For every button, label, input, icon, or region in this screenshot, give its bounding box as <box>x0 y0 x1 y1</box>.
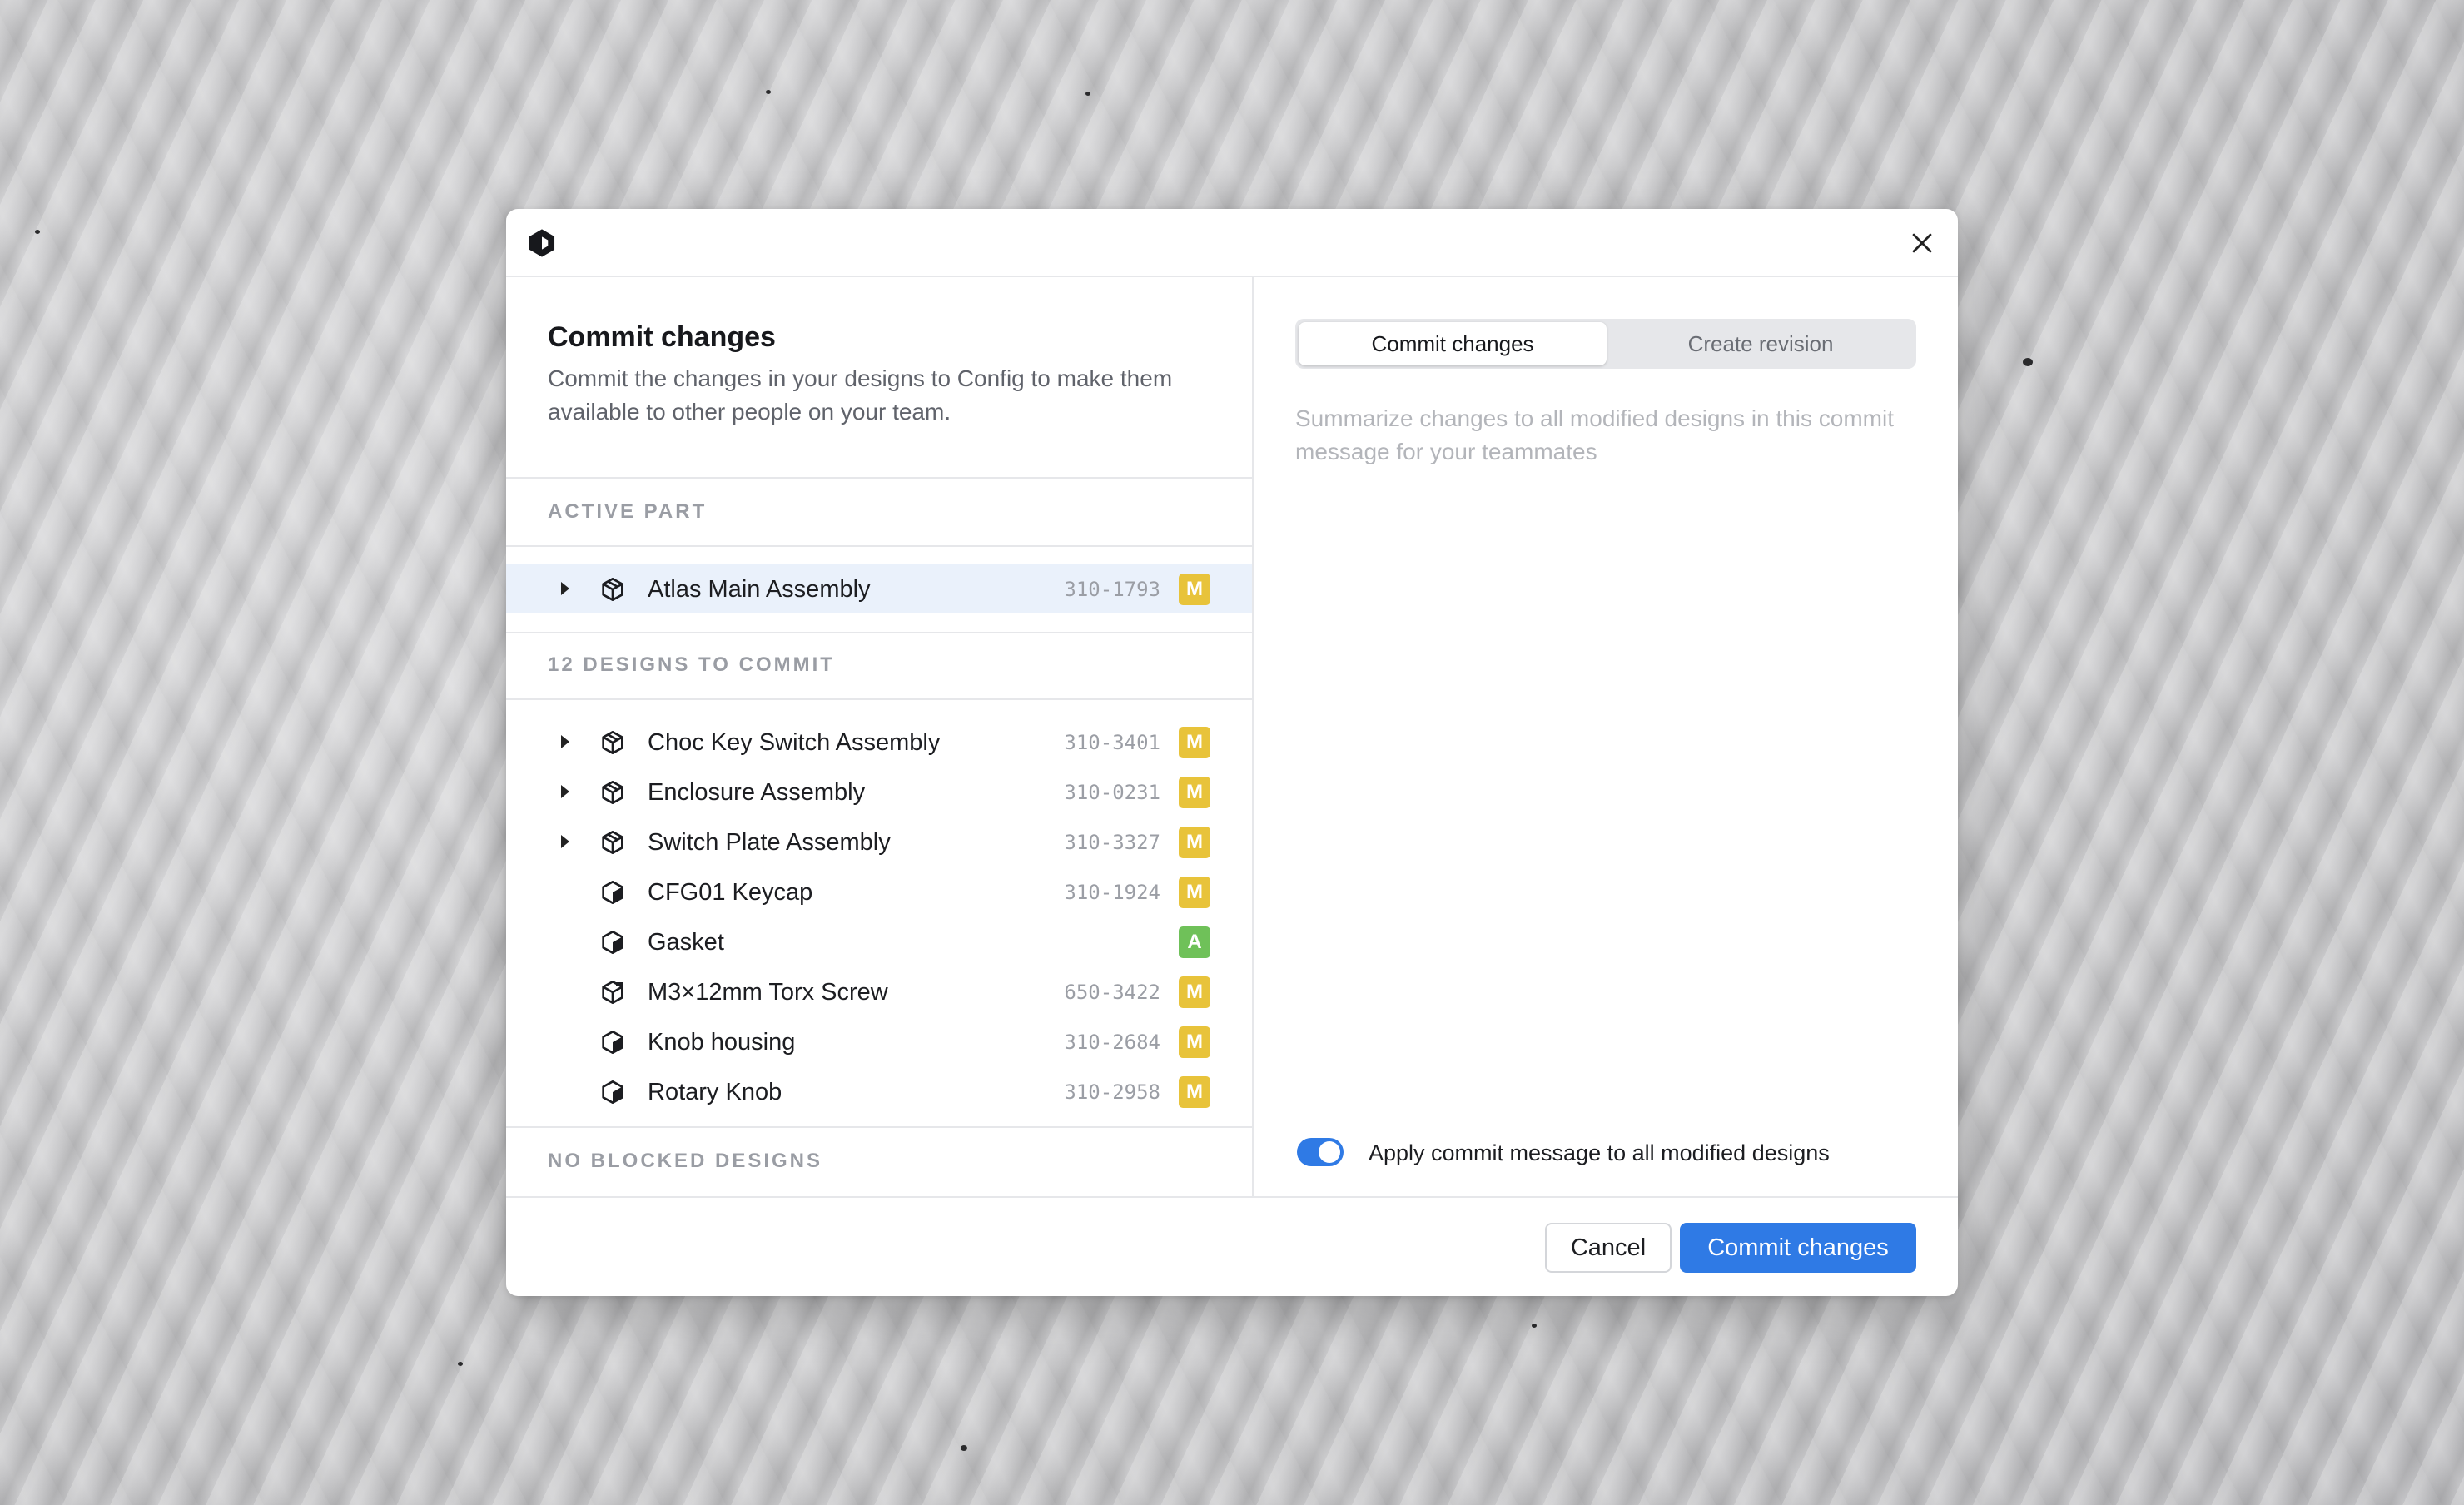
expand-caret-icon[interactable] <box>561 582 569 595</box>
apply-all-label: Apply commit message to all modified des… <box>1369 1140 1830 1165</box>
part-icon <box>602 881 623 904</box>
sand-speck <box>2023 358 2033 366</box>
sand-speck <box>458 1362 463 1366</box>
design-row[interactable]: M3×12mm Torx Screw 650-3422 M <box>506 966 1252 1016</box>
divider <box>506 698 1254 700</box>
design-name: Knob housing <box>648 1029 796 1055</box>
library-part-icon <box>602 981 623 1004</box>
section-label-blocked: NO BLOCKED DESIGNS <box>548 1150 823 1172</box>
status-badge: M <box>1179 877 1210 908</box>
sand-speck <box>1085 92 1090 96</box>
status-badge: M <box>1179 976 1210 1008</box>
status-badge: A <box>1179 926 1210 958</box>
design-name: Switch Plate Assembly <box>648 829 891 856</box>
status-badge: M <box>1179 574 1210 605</box>
dialog-header: Commit changes Commit the changes in you… <box>548 319 1214 429</box>
part-number: 310-1793 <box>1064 578 1160 601</box>
design-name: Atlas Main Assembly <box>648 576 871 603</box>
design-name: Rotary Knob <box>648 1079 782 1105</box>
part-number: 310-3401 <box>1064 731 1160 754</box>
apply-all-toggle[interactable] <box>1297 1138 1344 1166</box>
designs-panel: Commit changes Commit the changes in you… <box>506 277 1254 1196</box>
status-badge: M <box>1179 777 1210 808</box>
dialog-footer: Cancel Commit changes <box>506 1196 1958 1296</box>
divider <box>506 1126 1254 1128</box>
design-row[interactable]: Rotary Knob 310-2958 M <box>506 1066 1252 1116</box>
sand-speck <box>1532 1324 1537 1328</box>
assembly-icon <box>602 731 623 754</box>
close-icon[interactable] <box>1908 229 1936 257</box>
part-icon <box>602 1031 623 1054</box>
toggle-knob <box>1319 1141 1340 1163</box>
divider <box>506 632 1254 633</box>
part-number: 310-3327 <box>1064 831 1160 854</box>
part-icon <box>602 931 623 954</box>
part-number: 310-1924 <box>1064 881 1160 904</box>
assembly-icon <box>602 831 623 854</box>
cancel-button[interactable]: Cancel <box>1545 1223 1672 1273</box>
expand-caret-icon[interactable] <box>561 735 569 748</box>
design-name: M3×12mm Torx Screw <box>648 979 888 1006</box>
expand-caret-icon[interactable] <box>561 785 569 798</box>
part-number: 310-0231 <box>1064 781 1160 804</box>
active-part-row[interactable]: Atlas Main Assembly 310-1793 M <box>506 564 1252 613</box>
design-name: Enclosure Assembly <box>648 779 866 806</box>
divider <box>506 545 1254 547</box>
assembly-icon <box>602 578 623 601</box>
design-row[interactable]: Knob housing 310-2684 M <box>506 1016 1252 1066</box>
section-label-active: ACTIVE PART <box>548 500 708 523</box>
commit-message-input[interactable] <box>1295 402 1916 951</box>
tab-create-revision[interactable]: Create revision <box>1607 322 1915 365</box>
part-number: 310-2684 <box>1064 1031 1160 1054</box>
design-name: CFG01 Keycap <box>648 879 813 906</box>
dialog-titlebar <box>506 209 1958 277</box>
message-panel: Commit changes Create revision Apply com… <box>1254 277 1958 1196</box>
status-badge: M <box>1179 1026 1210 1058</box>
sand-speck <box>766 90 771 94</box>
part-icon <box>602 1080 623 1104</box>
status-badge: M <box>1179 727 1210 758</box>
tab-commit-changes[interactable]: Commit changes <box>1299 322 1607 365</box>
config-logo-icon <box>529 229 555 257</box>
sand-speck <box>961 1445 967 1451</box>
design-row[interactable]: Choc Key Switch Assembly 310-3401 M <box>506 717 1252 767</box>
expand-caret-icon[interactable] <box>561 835 569 848</box>
mode-switch: Commit changes Create revision <box>1295 319 1916 369</box>
design-name: Choc Key Switch Assembly <box>648 729 941 756</box>
divider <box>506 477 1254 479</box>
design-row[interactable]: Switch Plate Assembly 310-3327 M <box>506 817 1252 867</box>
dialog-title: Commit changes <box>548 321 776 353</box>
part-number: 650-3422 <box>1064 981 1160 1004</box>
status-badge: M <box>1179 827 1210 858</box>
sand-speck <box>35 230 40 234</box>
design-row[interactable]: CFG01 Keycap 310-1924 M <box>506 867 1252 916</box>
design-row[interactable]: Enclosure Assembly 310-0231 M <box>506 767 1252 817</box>
assembly-icon <box>602 781 623 804</box>
dialog-description: Commit the changes in your designs to Co… <box>548 365 1173 425</box>
status-badge: M <box>1179 1076 1210 1108</box>
section-label-to-commit: 12 DESIGNS TO COMMIT <box>548 653 835 676</box>
design-row[interactable]: Gasket A <box>506 916 1252 966</box>
design-name: Gasket <box>648 929 724 956</box>
part-number: 310-2958 <box>1064 1080 1160 1104</box>
commit-dialog: Commit changes Commit the changes in you… <box>506 209 1958 1296</box>
commit-changes-button[interactable]: Commit changes <box>1680 1223 1916 1273</box>
